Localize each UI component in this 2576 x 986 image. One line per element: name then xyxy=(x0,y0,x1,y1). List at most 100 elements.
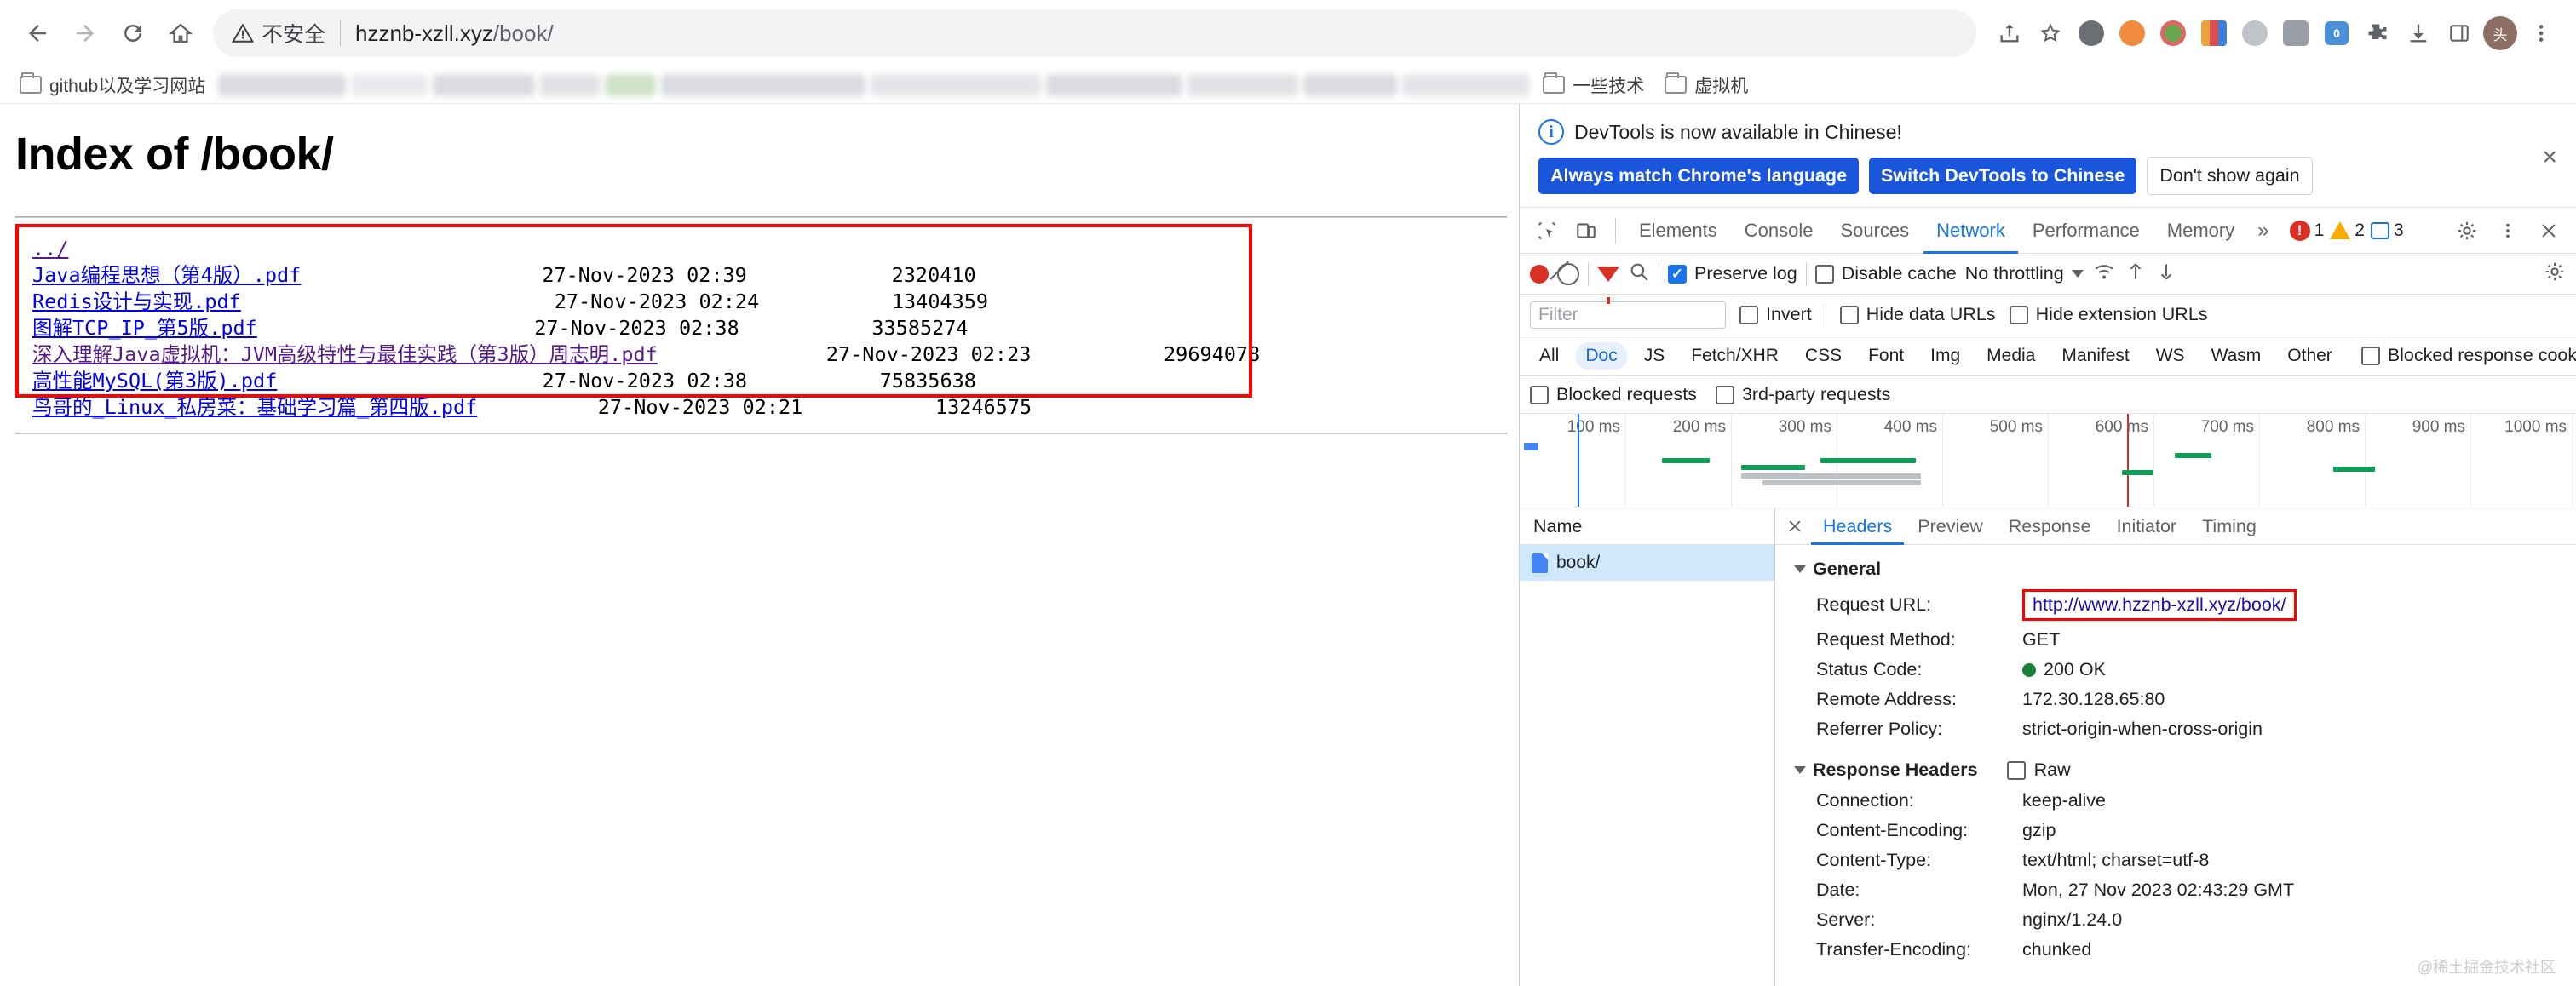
detail-tab-timing[interactable]: Timing xyxy=(2190,507,2268,545)
reload-icon[interactable] xyxy=(111,11,155,55)
dont-show-again-button[interactable]: Don't show again xyxy=(2147,157,2313,195)
home-icon[interactable] xyxy=(158,11,203,55)
chip-font[interactable]: Font xyxy=(1859,342,1913,370)
devtools-settings-icon[interactable] xyxy=(2448,212,2486,249)
always-match-language-button[interactable]: Always match Chrome's language xyxy=(1538,158,1860,194)
network-timeline-overview[interactable]: 100 ms 200 ms 300 ms 400 ms 500 ms 600 m… xyxy=(1520,414,2576,507)
tab-elements[interactable]: Elements xyxy=(1626,208,1730,254)
close-detail-icon[interactable] xyxy=(1780,512,1809,541)
chip-other[interactable]: Other xyxy=(2278,342,2342,370)
chip-ws[interactable]: WS xyxy=(2147,342,2194,370)
message-count[interactable]: 3 xyxy=(2370,221,2404,241)
listing-link-mysql[interactable]: 高性能MySQL(第3版).pdf xyxy=(32,369,277,393)
extension-icon-1[interactable] xyxy=(2072,14,2111,53)
detail-tab-preview[interactable]: Preview xyxy=(1906,507,1994,545)
share-icon[interactable] xyxy=(1990,14,2029,53)
extension-icon-5[interactable] xyxy=(2235,14,2274,53)
detail-tab-headers[interactable]: Headers xyxy=(1811,507,1904,545)
third-party-requests-checkbox[interactable]: 3rd-party requests xyxy=(1715,384,1890,405)
detail-tab-initiator[interactable]: Initiator xyxy=(2105,507,2189,545)
invert-checkbox[interactable]: Invert xyxy=(1739,304,1812,325)
bookmark-blurred-2[interactable] xyxy=(351,73,428,96)
throttling-dropdown[interactable]: No throttling xyxy=(1965,263,2084,284)
blocked-requests-checkbox[interactable]: Blocked requests xyxy=(1530,384,1697,405)
network-conditions-icon[interactable] xyxy=(2092,261,2116,288)
general-section-title[interactable]: General xyxy=(1775,555,2576,585)
security-warning[interactable]: 不安全 xyxy=(232,18,325,49)
sidepanel-icon[interactable] xyxy=(2440,14,2479,53)
bookmark-blurred-11[interactable] xyxy=(1402,73,1531,96)
error-count[interactable]: ! 1 xyxy=(2289,220,2324,241)
import-har-icon[interactable] xyxy=(2125,261,2147,288)
download-icon[interactable] xyxy=(2399,14,2438,53)
filter-input[interactable] xyxy=(1530,301,1726,329)
devtools-close-icon[interactable] xyxy=(2530,212,2567,249)
response-headers-section-title[interactable]: Response Headers Raw xyxy=(1775,756,2576,786)
back-icon[interactable] xyxy=(15,11,60,55)
extension-icon-4[interactable] xyxy=(2194,14,2234,53)
listing-link-redis[interactable]: Redis设计与实现.pdf xyxy=(32,289,241,313)
listing-link-parent[interactable]: ../ xyxy=(32,237,68,261)
bookmark-star-icon[interactable] xyxy=(2031,14,2070,53)
record-button[interactable] xyxy=(1530,264,1549,284)
request-row-book[interactable]: book/ xyxy=(1520,545,1774,581)
bookmark-blurred-5[interactable] xyxy=(605,73,657,96)
banner-close-icon[interactable]: × xyxy=(2542,145,2557,170)
bookmark-blurred-8[interactable] xyxy=(1046,73,1183,96)
blocked-response-cookies-checkbox[interactable]: Blocked response cookies xyxy=(2360,345,2576,366)
filter-icon[interactable] xyxy=(1597,266,1619,304)
bookmark-blurred-9[interactable] xyxy=(1187,73,1299,96)
chrome-menu-icon[interactable] xyxy=(2521,14,2561,53)
devtools-more-options-icon[interactable] xyxy=(2489,212,2527,249)
hide-extension-urls-checkbox[interactable]: Hide extension URLs xyxy=(2009,304,2208,325)
bookmark-tech[interactable]: 一些技术 xyxy=(1535,68,1652,102)
chip-wasm[interactable]: Wasm xyxy=(2202,342,2271,370)
disable-cache-checkbox[interactable]: Disable cache xyxy=(1814,263,1957,284)
bookmark-vm[interactable]: 虚拟机 xyxy=(1657,68,1756,102)
hide-data-urls-checkbox[interactable]: Hide data URLs xyxy=(1839,304,1996,325)
export-har-icon[interactable] xyxy=(2155,261,2177,288)
extension-icon-7[interactable]: 0 xyxy=(2317,14,2356,53)
address-bar[interactable]: 不安全 hzznb-xzll.xyz/book/ xyxy=(213,9,1976,57)
preserve-log-checkbox[interactable]: Preserve log xyxy=(1668,263,1797,284)
extension-icon-2[interactable] xyxy=(2113,14,2152,53)
chip-fetch-xhr[interactable]: Fetch/XHR xyxy=(1682,342,1788,370)
tab-memory[interactable]: Memory xyxy=(2154,208,2247,254)
tab-network[interactable]: Network xyxy=(1923,208,2018,254)
listing-link-jvm[interactable]: 深入理解Java虚拟机：JVM高级特性与最佳实践（第3版）周志明.pdf xyxy=(32,342,658,366)
chip-manifest[interactable]: Manifest xyxy=(2052,342,2138,370)
raw-toggle[interactable]: Raw xyxy=(2006,760,2071,781)
tab-console[interactable]: Console xyxy=(1732,208,1826,254)
forward-icon[interactable] xyxy=(63,11,107,55)
bookmark-blurred-3[interactable] xyxy=(433,73,536,96)
listing-link-linux[interactable]: 鸟哥的_Linux_私房菜：基础学习篇_第四版.pdf xyxy=(32,395,477,419)
chip-css[interactable]: CSS xyxy=(1796,342,1851,370)
extension-icon-3[interactable] xyxy=(2153,14,2193,53)
bookmark-blurred-4[interactable] xyxy=(540,73,601,96)
switch-to-chinese-button[interactable]: Switch DevTools to Chinese xyxy=(1869,158,2137,194)
inspect-element-icon[interactable] xyxy=(1528,212,1566,249)
clear-network-log-icon[interactable] xyxy=(1557,262,1579,285)
puzzle-extensions-icon[interactable] xyxy=(2358,14,2397,53)
warning-count[interactable]: 2 xyxy=(2330,221,2365,241)
bookmark-github[interactable]: github以及学习网站 xyxy=(12,68,213,102)
extension-icon-6[interactable] xyxy=(2276,14,2315,53)
bookmark-blurred-1[interactable] xyxy=(218,73,347,96)
tab-performance[interactable]: Performance xyxy=(2020,208,2153,254)
detail-tab-response[interactable]: Response xyxy=(1997,507,2103,545)
profile-avatar[interactable]: 头 xyxy=(2481,14,2520,53)
listing-link-tcpip[interactable]: 图解TCP_IP_第5版.pdf xyxy=(32,316,257,340)
chip-img[interactable]: Img xyxy=(1921,342,1969,370)
bookmark-blurred-10[interactable] xyxy=(1303,73,1398,96)
listing-link-java[interactable]: Java编程思想（第4版）.pdf xyxy=(32,263,301,287)
more-tabs-icon[interactable]: » xyxy=(2249,219,2277,243)
chip-doc[interactable]: Doc xyxy=(1576,341,1627,370)
bookmark-blurred-7[interactable] xyxy=(871,73,1042,96)
chip-js[interactable]: JS xyxy=(1635,342,1675,370)
bookmark-blurred-6[interactable] xyxy=(661,73,866,96)
network-settings-icon[interactable] xyxy=(2544,261,2566,288)
chip-media[interactable]: Media xyxy=(1977,342,2044,370)
tab-sources[interactable]: Sources xyxy=(1827,208,1922,254)
chip-all[interactable]: All xyxy=(1530,342,1568,370)
search-icon[interactable] xyxy=(1628,261,1650,288)
